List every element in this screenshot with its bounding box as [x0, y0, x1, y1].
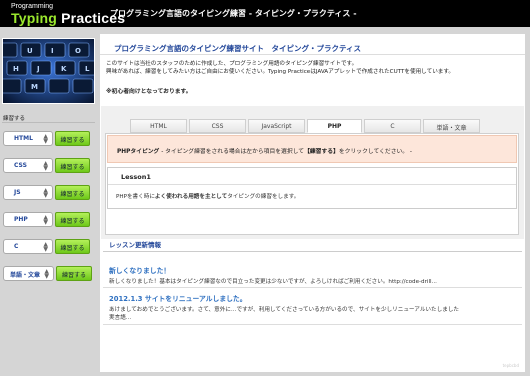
lesson-card[interactable]: Lesson1 PHPを書く時によく使われる用語を主としてタイピングの練習をしま…	[107, 167, 517, 209]
language-select-words[interactable]: 単語・文章 ▲ ▼	[3, 266, 54, 281]
main-content: プログラミング言語のタイピング練習サイト タイピング・プラクティス このサイトは…	[100, 34, 525, 372]
tab-c[interactable]: C	[364, 119, 421, 133]
news-item: 新しくなりました！ 新しくなりました！基本はタイピング練習なので目立った変更は少…	[109, 265, 519, 286]
practice-button-html[interactable]: 練習する	[55, 131, 90, 146]
news-item-text: あけましておめでとうございます。さて、意外に…ですが、利用してくださっている方が…	[109, 307, 460, 321]
language-select-css[interactable]: CSS ▲ ▼	[3, 158, 53, 173]
svg-text:H: H	[13, 65, 19, 73]
tab-html[interactable]: HTML	[130, 119, 187, 133]
news-item-text: 新しくなりました！基本はタイピング練習なので目立った変更は少ないですが、よろしけ…	[109, 279, 437, 285]
page-title: プログラミング言語のタイピング練習サイト タイピング・プラクティス	[114, 44, 362, 53]
select-chevron-icon: ▲ ▼	[43, 133, 48, 145]
sidebar: U I O H J K L M 練習する HTML ▲ ▼ 練習する CSS ▲ ▼…	[0, 34, 97, 376]
svg-text:J: J	[36, 65, 40, 73]
tab-php[interactable]: PHP	[307, 119, 362, 133]
logo-caption: Programming	[11, 3, 54, 10]
header-bar: Programming Typing Practices プログラミング言語のタ…	[0, 0, 530, 27]
news-separator	[103, 287, 522, 288]
logo[interactable]: Typing Practices	[11, 10, 125, 26]
tab-javascript[interactable]: JavaScript	[248, 119, 305, 133]
svg-text:U: U	[27, 47, 33, 55]
tab-panel: PHPタイピング - タイピング練習をされる場合は左から項目を選択して【練習する…	[105, 133, 519, 235]
practice-button-c[interactable]: 練習する	[55, 239, 90, 254]
select-chevron-icon: ▲ ▼	[44, 268, 49, 280]
lesson-title: Lesson1	[121, 173, 151, 181]
select-chevron-icon: ▲ ▼	[43, 187, 48, 199]
practice-button-css[interactable]: 練習する	[55, 158, 90, 173]
select-chevron-icon: ▲ ▼	[43, 241, 48, 253]
instruction-notice: PHPタイピング - タイピング練習をされる場合は左から項目を選択して【練習する…	[107, 135, 517, 163]
sidebar-label: 練習する	[3, 116, 26, 122]
news-item-link[interactable]: 新しくなりました！	[109, 265, 519, 275]
header-title: プログラミング言語のタイピング練習 - タイピング・プラクティス -	[110, 9, 357, 18]
tab-words[interactable]: 単語・文章	[423, 119, 480, 133]
news-title: レッスン更新情報	[109, 241, 161, 249]
logo-word-typing: Typing	[11, 10, 58, 26]
sidebar-divider	[2, 122, 95, 123]
svg-text:L: L	[85, 65, 90, 73]
practice-button-words[interactable]: 練習する	[56, 266, 92, 281]
svg-text:K: K	[61, 65, 67, 73]
news-item: 2012.1.3 サイトをリニューアルしました。 あけましておめでとうございます…	[109, 293, 519, 322]
news-divider	[103, 251, 522, 252]
practice-button-php[interactable]: 練習する	[55, 212, 90, 227]
language-select-php[interactable]: PHP ▲ ▼	[3, 212, 53, 227]
practice-button-js[interactable]: 練習する	[55, 185, 90, 200]
language-select-js[interactable]: JS ▲ ▼	[3, 185, 53, 200]
intro-text: このサイトは当社のスタッフのために作成した、プログラミング用語のタイピング練習サ…	[106, 61, 455, 75]
lesson-divider	[108, 184, 516, 185]
svg-text:O: O	[75, 47, 81, 55]
beginner-note: ※初心者向けとなっております。	[106, 89, 192, 95]
news-item-link[interactable]: 2012.1.3 サイトをリニューアルしました。	[109, 293, 519, 303]
language-select-c[interactable]: C ▲ ▼	[3, 239, 53, 254]
keyboard-image: U I O H J K L M	[2, 38, 95, 104]
svg-text:I: I	[51, 47, 54, 55]
select-chevron-icon: ▲ ▼	[43, 160, 48, 172]
tab-css[interactable]: CSS	[189, 119, 246, 133]
news-separator	[103, 324, 522, 325]
footer-mark: tepbcbd	[502, 363, 519, 368]
title-divider	[100, 54, 525, 55]
svg-text:M: M	[31, 83, 38, 91]
lesson-description: PHPを書く時によく使われる用語を主としてタイピングの練習をします。	[116, 194, 300, 200]
language-select-html[interactable]: HTML ▲ ▼	[3, 131, 53, 146]
select-chevron-icon: ▲ ▼	[43, 214, 48, 226]
